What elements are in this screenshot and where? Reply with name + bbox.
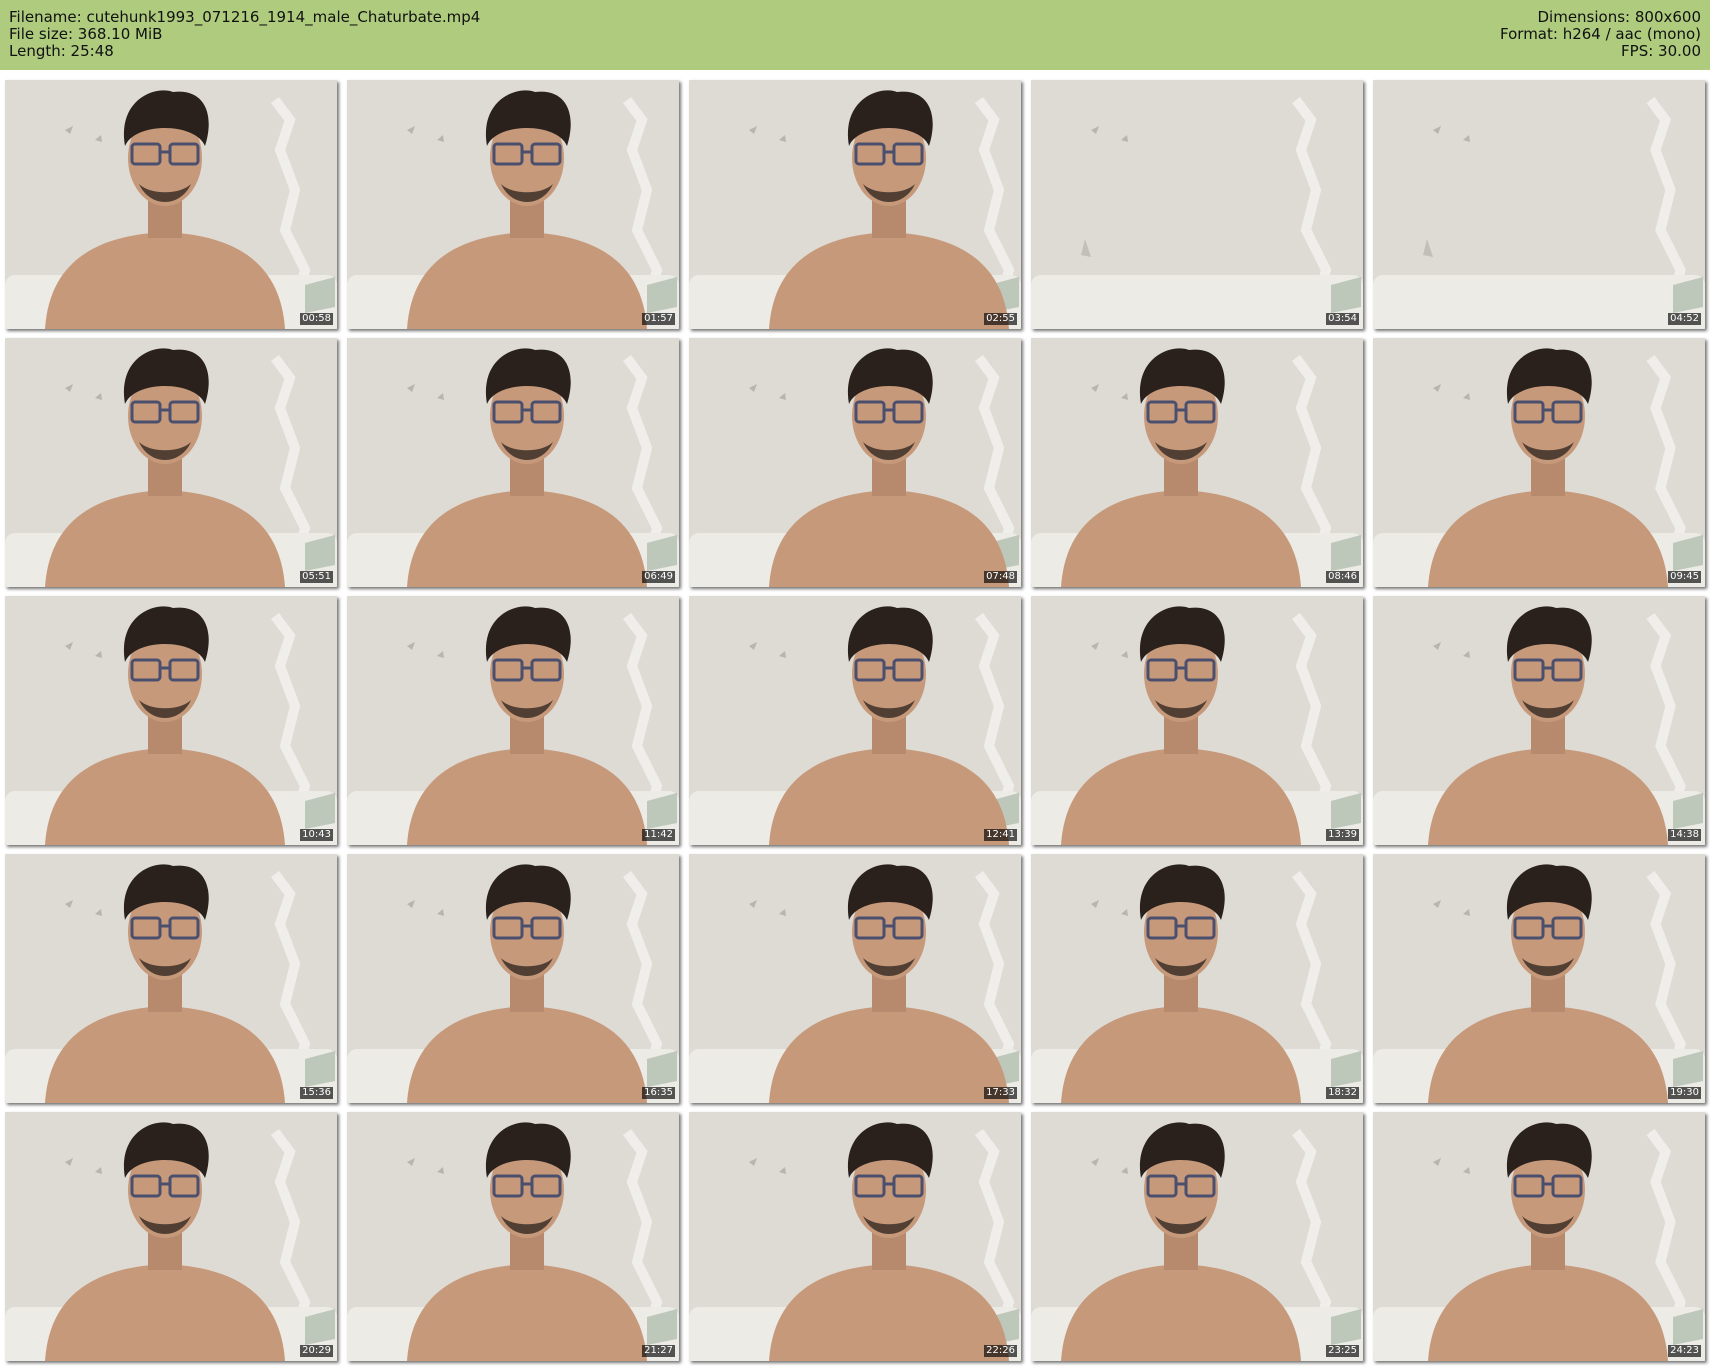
thumbnail-frame (5, 854, 337, 1103)
video-thumbnail: 03:54 (1031, 80, 1363, 329)
thumbnail-frame (347, 80, 679, 329)
thumbnail-timestamp: 12:41 (984, 829, 1017, 841)
thumbnail-frame (347, 338, 679, 587)
thumbnail-timestamp: 10:43 (300, 829, 333, 841)
thumbnail-timestamp: 04:52 (1668, 313, 1701, 325)
fps-line: FPS: 30.00 (1621, 42, 1701, 60)
thumbnail-frame (5, 1112, 337, 1361)
thumbnail-frame (1373, 1112, 1705, 1361)
thumbnail-frame (5, 596, 337, 845)
thumbnail-frame (689, 80, 1021, 329)
thumbnail-timestamp: 14:38 (1668, 829, 1701, 841)
video-thumbnail: 20:29 (5, 1112, 337, 1361)
thumbnail-timestamp: 21:27 (642, 1345, 675, 1357)
thumbnail-frame (689, 1112, 1021, 1361)
thumbnail-timestamp: 02:55 (984, 313, 1017, 325)
video-thumbnail: 17:33 (689, 854, 1021, 1103)
video-thumbnail: 14:38 (1373, 596, 1705, 845)
thumbnail-frame (347, 1112, 679, 1361)
thumbnail-frame (1373, 338, 1705, 587)
thumbnail-timestamp: 23:25 (1326, 1345, 1359, 1357)
filesize-line: File size: 368.10 MiB (9, 25, 163, 43)
filename-line: Filename: cutehunk1993_071216_1914_male_… (9, 8, 481, 26)
video-thumbnail: 08:46 (1031, 338, 1363, 587)
thumbnail-frame (689, 338, 1021, 587)
thumbnail-frame (347, 854, 679, 1103)
stream-info: Dimensions: 800x600 Format: h264 / aac (… (1500, 9, 1701, 60)
video-thumbnail: 11:42 (347, 596, 679, 845)
thumbnail-frame (1031, 1112, 1363, 1361)
thumbnail-timestamp: 08:46 (1326, 571, 1359, 583)
video-thumbnail: 24:23 (1373, 1112, 1705, 1361)
thumbnail-timestamp: 09:45 (1668, 571, 1701, 583)
video-thumbnail: 13:39 (1031, 596, 1363, 845)
thumbnail-timestamp: 13:39 (1326, 829, 1359, 841)
video-thumbnail: 10:43 (5, 596, 337, 845)
thumbnail-timestamp: 16:35 (642, 1087, 675, 1099)
video-thumbnail: 19:30 (1373, 854, 1705, 1103)
thumbnail-frame (5, 338, 337, 587)
thumbnail-timestamp: 05:51 (300, 571, 333, 583)
video-thumbnail: 00:58 (5, 80, 337, 329)
thumbnail-frame (689, 854, 1021, 1103)
thumbnail-frame (347, 596, 679, 845)
thumbnail-grid: 00:58 01:57 02:55 03:54 04:52 05:51 06:49 07:48… (5, 80, 1705, 1365)
info-header: Filename: cutehunk1993_071216_1914_male_… (0, 0, 1710, 70)
thumbnail-timestamp: 18:32 (1326, 1087, 1359, 1099)
video-thumbnail: 21:27 (347, 1112, 679, 1361)
thumbnail-timestamp: 19:30 (1668, 1087, 1701, 1099)
video-thumbnail: 02:55 (689, 80, 1021, 329)
thumbnail-frame (689, 596, 1021, 845)
format-line: Format: h264 / aac (mono) (1500, 25, 1701, 43)
thumbnail-frame (5, 80, 337, 329)
video-thumbnail: 04:52 (1373, 80, 1705, 329)
thumbnail-frame (1031, 854, 1363, 1103)
video-thumbnail: 12:41 (689, 596, 1021, 845)
thumbnail-timestamp: 06:49 (642, 571, 675, 583)
thumbnail-frame (1373, 854, 1705, 1103)
thumbnail-timestamp: 15:36 (300, 1087, 333, 1099)
video-thumbnail: 15:36 (5, 854, 337, 1103)
thumbnail-frame (1031, 80, 1363, 329)
length-line: Length: 25:48 (9, 42, 114, 60)
thumbnail-timestamp: 20:29 (300, 1345, 333, 1357)
video-thumbnail: 23:25 (1031, 1112, 1363, 1361)
video-thumbnail: 16:35 (347, 854, 679, 1103)
thumbnail-frame (1373, 80, 1705, 329)
thumbnail-timestamp: 11:42 (642, 829, 675, 841)
thumbnail-timestamp: 24:23 (1668, 1345, 1701, 1357)
thumbnail-timestamp: 22:26 (984, 1345, 1017, 1357)
dimensions-line: Dimensions: 800x600 (1537, 8, 1701, 26)
video-thumbnail: 05:51 (5, 338, 337, 587)
video-thumbnail: 18:32 (1031, 854, 1363, 1103)
video-thumbnail: 22:26 (689, 1112, 1021, 1361)
thumbnail-frame (1373, 596, 1705, 845)
thumbnail-timestamp: 17:33 (984, 1087, 1017, 1099)
thumbnail-timestamp: 07:48 (984, 571, 1017, 583)
video-thumbnail: 07:48 (689, 338, 1021, 587)
video-thumbnail: 06:49 (347, 338, 679, 587)
file-info: Filename: cutehunk1993_071216_1914_male_… (9, 9, 480, 60)
thumbnail-frame (1031, 596, 1363, 845)
thumbnail-timestamp: 00:58 (300, 313, 333, 325)
thumbnail-timestamp: 03:54 (1326, 313, 1359, 325)
video-thumbnail: 09:45 (1373, 338, 1705, 587)
thumbnail-timestamp: 01:57 (642, 313, 675, 325)
video-thumbnail: 01:57 (347, 80, 679, 329)
thumbnail-frame (1031, 338, 1363, 587)
